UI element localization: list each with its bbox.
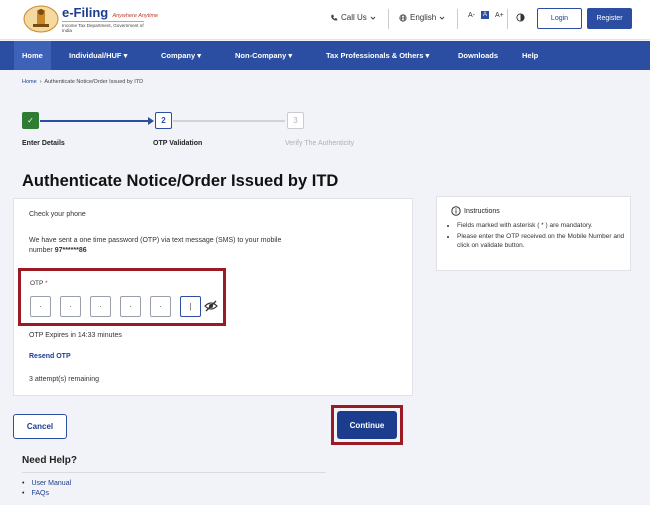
nav-individual-huf[interactable]: Individual/HUF ▾: [69, 41, 127, 70]
login-button[interactable]: Login: [537, 8, 582, 29]
info-icon: [451, 206, 461, 216]
check-phone-text: Check your phone: [29, 211, 86, 218]
otp-label-text: OTP: [30, 280, 44, 287]
otp-sent-message: We have sent a one time password (OTP) v…: [29, 236, 289, 256]
nav-tax-professionals[interactable]: Tax Professionals & Others ▾: [326, 41, 429, 70]
otp-digit-3[interactable]: ·: [90, 296, 111, 317]
instructions-title: Instructions: [451, 206, 500, 216]
step-2-label: OTP Validation: [153, 140, 203, 147]
brand-department: Income Tax Department, Government of Ind…: [62, 21, 144, 33]
divider: [457, 9, 458, 29]
font-increase-button[interactable]: A+: [495, 12, 504, 19]
otp-digit-4[interactable]: ·: [120, 296, 141, 317]
nav-company[interactable]: Company ▾: [161, 41, 201, 70]
help-links: User Manual FAQs: [22, 479, 71, 499]
step-3-label: Verify The Authenticity: [285, 140, 355, 147]
faqs-link[interactable]: FAQs: [22, 489, 71, 499]
mobile-number-masked: 97******86: [54, 247, 87, 254]
otp-digit-2[interactable]: ·: [60, 296, 81, 317]
font-normal-button[interactable]: A: [481, 11, 490, 19]
phone-icon: [331, 14, 338, 21]
call-us-dropdown[interactable]: Call Us: [330, 13, 376, 22]
divider: [507, 9, 508, 29]
brand[interactable]: e-Filing Anywhere Anytime Income Tax Dep…: [62, 5, 158, 33]
nav-tax-professionals-label: Tax Professionals & Others: [326, 51, 424, 60]
nav-company-label: Company: [161, 51, 196, 60]
page-title: Authenticate Notice/Order Issued by ITD: [22, 172, 339, 190]
cancel-button[interactable]: Cancel: [13, 414, 67, 439]
font-decrease-button[interactable]: A-: [468, 12, 475, 19]
nav-non-company[interactable]: Non-Company ▾: [235, 41, 292, 70]
main-nav: Home Individual/HUF ▾ Company ▾ Non-Comp…: [0, 41, 650, 70]
stepper-arrow: [148, 117, 154, 125]
step-2-badge: 2: [155, 112, 172, 129]
brand-name: e-Filing: [62, 5, 109, 20]
otp-label: OTP *: [30, 280, 48, 287]
globe-icon: [399, 13, 407, 22]
contrast-icon[interactable]: [516, 13, 525, 22]
otp-digit-6[interactable]: |: [180, 296, 201, 317]
attempts-remaining-text: 3 attempt(s) remaining: [29, 376, 100, 383]
instructions-list: Fields marked with asterisk ( * ) are ma…: [457, 221, 627, 252]
chevron-down-icon: [439, 16, 445, 20]
eye-slash-icon[interactable]: [204, 300, 218, 312]
instructions-title-text: Instructions: [464, 207, 500, 215]
nav-home[interactable]: Home: [14, 41, 51, 70]
resend-otp-link[interactable]: Resend OTP: [29, 353, 71, 360]
otp-digit-5[interactable]: ·: [150, 296, 171, 317]
divider: [388, 9, 389, 29]
stepper-line-complete: [40, 120, 152, 122]
help-divider: [22, 472, 326, 473]
brand-tagline: Anywhere Anytime: [112, 13, 159, 19]
need-help-title: Need Help?: [22, 455, 78, 466]
instruction-item: Please enter the OTP received on the Mob…: [457, 232, 627, 251]
breadcrumb-current: Authenticate Notice/Order Issued by ITD: [44, 79, 144, 85]
step-1-check-icon: ✓: [22, 112, 39, 129]
chevron-down-icon: [370, 16, 376, 20]
instruction-item: Fields marked with asterisk ( * ) are ma…: [457, 221, 627, 231]
nav-non-company-label: Non-Company: [235, 51, 287, 60]
user-manual-link[interactable]: User Manual: [22, 479, 71, 489]
nav-help[interactable]: Help: [522, 41, 538, 70]
required-asterisk: *: [45, 280, 48, 287]
nav-downloads[interactable]: Downloads: [458, 41, 498, 70]
language-dropdown[interactable]: English: [399, 13, 445, 22]
breadcrumb: Home › Authenticate Notice/Order Issued …: [22, 79, 143, 85]
call-us-label: Call Us: [341, 13, 367, 22]
font-size-controls: A- A A+: [468, 11, 504, 19]
step-3-badge: 3: [287, 112, 304, 129]
breadcrumb-home[interactable]: Home: [22, 79, 37, 85]
stepper-line-pending: [173, 120, 285, 122]
nav-individual-huf-label: Individual/HUF: [69, 51, 122, 60]
step-1-label: Enter Details: [22, 140, 65, 147]
emblem-logo-icon[interactable]: [22, 4, 60, 34]
otp-digit-1[interactable]: ·: [30, 296, 51, 317]
otp-expiry-text: OTP Expires in 14:33 minutes: [29, 332, 122, 339]
continue-button[interactable]: Continue: [337, 411, 397, 439]
top-header: e-Filing Anywhere Anytime Income Tax Dep…: [0, 0, 650, 40]
register-button[interactable]: Register: [587, 8, 632, 29]
language-label: English: [410, 13, 437, 22]
